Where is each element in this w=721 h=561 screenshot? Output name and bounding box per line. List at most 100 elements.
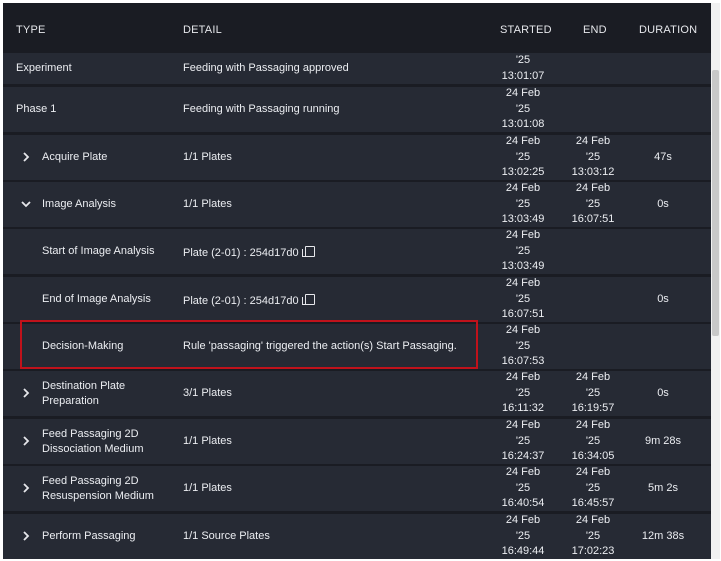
detail-text: 3/1 Plates (183, 386, 232, 399)
end-line: 16:07:51 (571, 213, 615, 226)
type-label: Acquire Plate (42, 151, 108, 163)
chevron-down-icon[interactable] (21, 199, 31, 209)
copy-icon[interactable] (301, 245, 315, 257)
detail-cell: 1/1 Source Plates (183, 530, 270, 542)
started-line: '25 (515, 244, 531, 257)
type-cell: Decision-Making (42, 339, 123, 354)
end-line: 24 Feb (575, 514, 611, 527)
chevron-right-icon[interactable] (21, 482, 31, 493)
type-cell: Experiment (16, 61, 72, 76)
type-label: Feed Passaging 2D (42, 427, 139, 440)
table-row[interactable]: Feed Passaging 2D Dissociation Medium 1/1 … (3, 419, 711, 464)
started-line: 13:03:49 (501, 260, 545, 273)
table-row[interactable]: Destination Plate Preparation 3/1 Plates 24… (3, 371, 711, 416)
end-cell: 24 Feb '25 16:34:05 (563, 418, 623, 465)
started-line: '25 (515, 150, 531, 163)
end-line: 17:02:23 (571, 545, 615, 558)
started-line: '25 (515, 292, 531, 305)
duration-cell: 47s (654, 150, 672, 163)
end-line: '25 (585, 150, 601, 163)
detail-cell: 1/1 Plates (183, 482, 232, 494)
started-line: 24 Feb (505, 514, 541, 527)
type-label: Resuspension Medium (42, 489, 154, 502)
end-line: 24 Feb (575, 135, 611, 148)
screenshot-frame: TYPE DETAIL STARTED END DURATION Experim… (0, 0, 721, 561)
started-line: 16:49:44 (501, 545, 545, 558)
started-line: 16:11:32 (501, 402, 544, 415)
end-line: 16:19:57 (571, 402, 615, 415)
started-line: 24 Feb (505, 324, 541, 337)
started-cell: 24 Feb '25 16:24:37 (493, 418, 553, 465)
started-line: 24 Feb (505, 419, 541, 432)
detail-text: 1/1 Source Plates (183, 529, 270, 542)
table-row[interactable]: Perform Passaging 1/1 Source Plates 24 Feb… (3, 514, 711, 559)
detail-cell: 3/1 Plates (183, 387, 232, 399)
type-cell: Start of Image Analysis (42, 244, 155, 259)
started-line: '25 (515, 386, 531, 399)
started-line: 24 Feb (505, 277, 541, 290)
end-line: 16:45:57 (571, 497, 615, 510)
table-header: TYPE DETAIL STARTED END DURATION (3, 3, 711, 53)
end-cell: 24 Feb '25 16:07:51 (563, 181, 623, 228)
detail-text: Feeding with Passaging running (183, 102, 340, 115)
table-row[interactable]: Feed Passaging 2D Resuspension Medium 1/1 … (3, 466, 711, 511)
started-line: 13:03:49 (501, 213, 545, 226)
started-line: 13:01:08 (501, 118, 545, 131)
started-cell: 24 Feb '25 16:07:51 (493, 276, 553, 323)
started-line: 16:07:53 (501, 355, 545, 368)
started-line: 13:01:07 (501, 69, 545, 82)
detail-cell: Plate (2-01) : 254d17d0 (183, 245, 315, 259)
started-cell: '25 13:01:07 (493, 53, 553, 84)
duration-cell: 9m 28s (644, 434, 682, 447)
chevron-right-icon[interactable] (21, 387, 31, 398)
table-row: Start of Image Analysis Plate (2-01) : 25… (3, 229, 711, 274)
started-line: '25 (515, 339, 531, 352)
started-line: 16:40:54 (501, 497, 545, 510)
type-cell: Destination Plate Preparation (42, 379, 125, 409)
started-line: 24 Feb (505, 182, 541, 195)
table-row: Phase 1 Feeding with Passaging running 24 … (3, 87, 711, 132)
started-cell: 24 Feb '25 16:40:54 (493, 465, 553, 512)
type-label: Destination Plate (42, 379, 126, 392)
detail-cell: 1/1 Plates (183, 151, 232, 163)
started-line: 24 Feb (505, 135, 541, 148)
started-line: '25 (515, 529, 531, 542)
detail-text: 1/1 Plates (183, 434, 232, 447)
chevron-right-icon[interactable] (21, 530, 31, 541)
started-line: 24 Feb (505, 87, 541, 100)
end-line: '25 (585, 481, 601, 494)
detail-cell: 1/1 Plates (183, 435, 232, 447)
started-line: '25 (515, 481, 531, 494)
started-line: '25 (515, 54, 531, 66)
duration-cell: 0s (657, 197, 669, 210)
end-line: 16:34:05 (571, 450, 615, 463)
end-line: 13:03:12 (571, 166, 615, 179)
table-row[interactable]: Image Analysis 1/1 Plates 24 Feb '25 13:03:4… (3, 182, 711, 227)
timeline-table: TYPE DETAIL STARTED END DURATION Experim… (3, 3, 711, 559)
started-line: 24 Feb (505, 229, 541, 242)
column-end: END (583, 24, 607, 36)
type-label: Experiment (16, 62, 72, 74)
started-cell: 24 Feb '25 13:03:49 (493, 228, 553, 275)
type-label: Feed Passaging 2D (42, 474, 139, 487)
detail-text: 1/1 Plates (183, 481, 232, 494)
chevron-right-icon[interactable] (21, 151, 31, 162)
end-line: 24 Feb (575, 466, 611, 479)
table-row: End of Image Analysis Plate (2-01) : 254d… (3, 277, 711, 322)
detail-text: 1/1 Plates (183, 197, 232, 210)
end-line: 24 Feb (575, 371, 611, 384)
type-label: End of Image Analysis (42, 293, 151, 305)
detail-cell: Feeding with Passaging approved (183, 62, 349, 74)
type-cell: Feed Passaging 2D Resuspension Medium (42, 474, 154, 504)
detail-cell: 1/1 Plates (183, 198, 232, 210)
chevron-right-icon[interactable] (21, 435, 31, 446)
scrollbar-thumb[interactable] (712, 70, 719, 336)
started-cell: 24 Feb '25 13:03:49 (493, 181, 553, 228)
table-row[interactable]: Acquire Plate 1/1 Plates 24 Feb '25 13:02:25… (3, 135, 711, 180)
started-line: 16:07:51 (501, 308, 545, 321)
end-cell: 24 Feb '25 17:02:23 (563, 513, 623, 559)
type-label: Phase 1 (16, 103, 57, 115)
type-cell: Image Analysis (42, 197, 116, 212)
end-cell: 24 Feb '25 16:45:57 (563, 465, 623, 512)
copy-icon[interactable] (301, 293, 315, 305)
